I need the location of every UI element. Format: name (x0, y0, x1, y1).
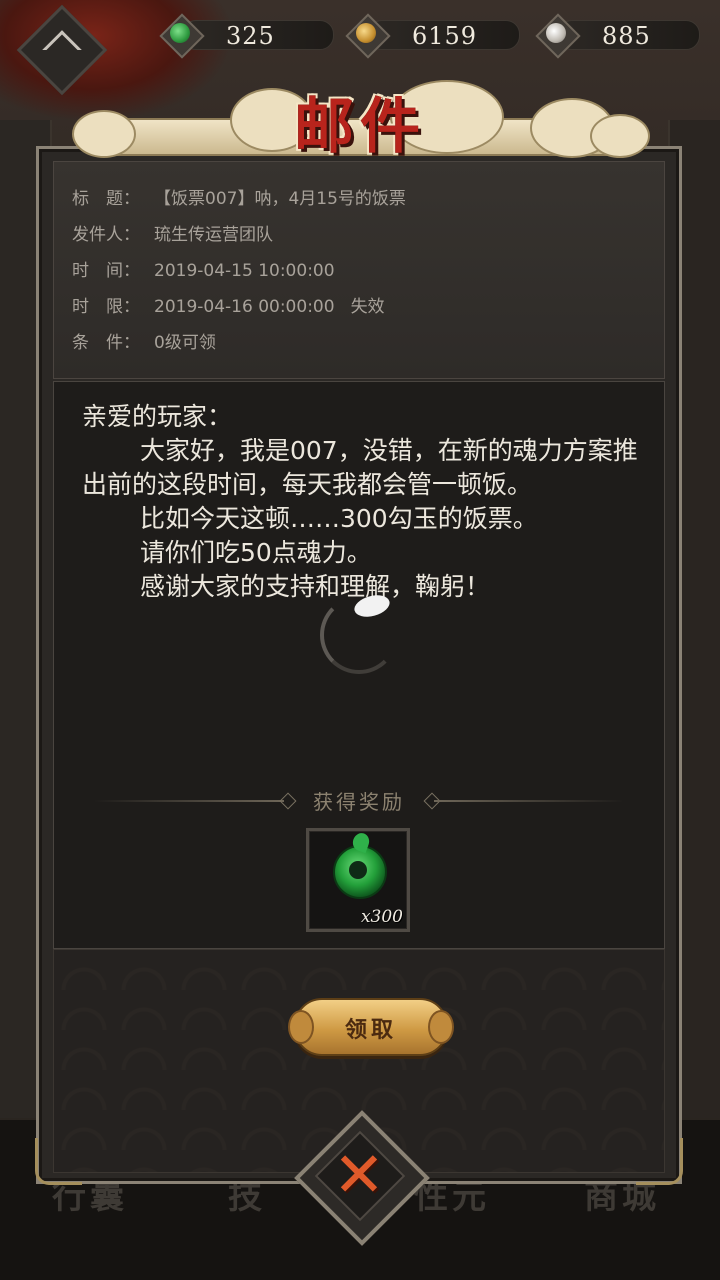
mail-subject-row: 标 题： 【饭票007】呐，4月15号的饭票 (72, 184, 406, 209)
reward-quantity: x300 (360, 907, 403, 927)
mail-condition: 0级可领 (154, 333, 216, 353)
close-icon: ✕ (333, 1138, 385, 1211)
mail-limit-row: 时 限： 2019-04-16 00:00:00 失效 (72, 292, 385, 317)
divider-right (434, 800, 624, 802)
reward-item-slot[interactable]: x300 (306, 828, 410, 932)
letter-paragraph: 请你们吃50点魂力。 (140, 538, 372, 567)
mail-header: 标 题： 【饭票007】呐，4月15号的饭票 发件人： 琉生传运营团队 时 间： 20… (53, 161, 665, 379)
letter-greeting: 亲爱的玩家： (82, 402, 233, 431)
claim-button-label: 领取 (344, 1017, 397, 1043)
mail-panel: 标 题： 【饭票007】呐，4月15号的饭票 发件人： 琉生传运营团队 时 间： 20… (35, 146, 683, 1185)
letter-paragraph: 大家好，我是007，没错，在新的魂力方案推出前的这段时间，每天我都会管一顿饭。 (82, 436, 638, 499)
mail-subject-label: 标 题： (72, 189, 140, 209)
mail-body: 亲爱的玩家： 大家好，我是007，没错，在新的魂力方案推出前的这段时间，每天我都… (53, 381, 665, 949)
close-button[interactable]: ✕ (294, 1110, 430, 1246)
mail-sender-label: 发件人： (72, 225, 140, 245)
page-title: 邮件 (294, 92, 426, 162)
mail-condition-row: 条 件： 0级可领 (72, 328, 216, 353)
title-wrap: 邮件 (60, 8, 660, 168)
letter-paragraph: 比如今天这顿……300勾玉的饭票。 (140, 504, 538, 533)
mail-sender: 琉生传运营团队 (154, 225, 273, 245)
mail-subject: 【饭票007】呐，4月15号的饭票 (154, 189, 406, 209)
mail-letter-text: 亲爱的玩家： 大家好，我是007，没错，在新的魂力方案推出前的这段时间，每天我都… (82, 400, 642, 604)
mail-sender-row: 发件人： 琉生传运营团队 (72, 220, 273, 245)
corner-ornament-right (636, 1138, 683, 1185)
mail-limit-label: 时 限： (72, 297, 140, 317)
magatama-hole (349, 861, 367, 879)
corner-ornament-left (35, 1138, 82, 1185)
mail-time-row: 时 间： 2019-04-15 10:00:00 (72, 256, 335, 281)
mail-time: 2019-04-15 10:00:00 (154, 261, 335, 281)
mail-time-label: 时 间： (72, 261, 140, 281)
mail-limit-status: 失效 (350, 297, 385, 317)
claim-button[interactable]: 领取 (288, 998, 454, 1056)
mail-condition-label: 条 件： (72, 333, 140, 353)
mail-limit: 2019-04-16 00:00:00 (154, 297, 335, 317)
